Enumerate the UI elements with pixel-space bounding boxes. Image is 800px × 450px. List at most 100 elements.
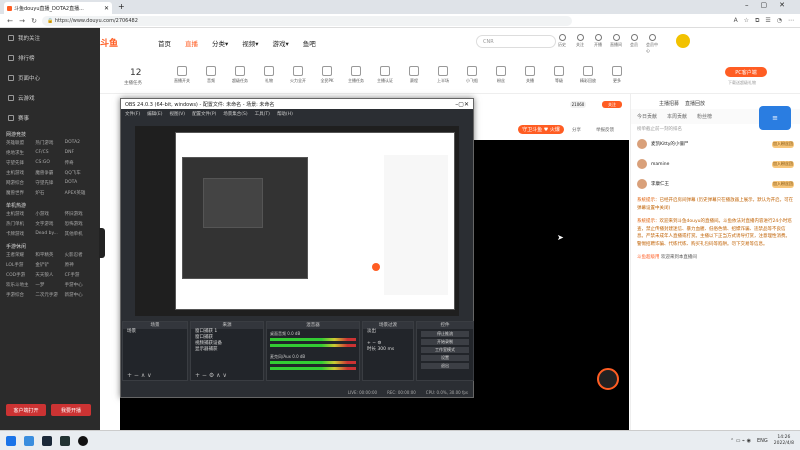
- share-link[interactable]: 分享: [572, 127, 581, 133]
- chat-top-tab[interactable]: 直播回放: [685, 100, 705, 107]
- event-banner-icon[interactable]: ≡: [759, 106, 791, 130]
- room-tool[interactable]: 全民PK: [315, 66, 339, 84]
- sidebar-category-link[interactable]: 小游戏: [35, 211, 64, 217]
- user-nav-item[interactable]: 关注: [574, 34, 586, 54]
- sidebar-category-link[interactable]: 新游中心: [65, 292, 94, 298]
- sidebar-category-link[interactable]: 其他单机: [65, 231, 94, 237]
- sidebar-category-link[interactable]: QQ飞车: [65, 170, 94, 176]
- sidebar-category-link[interactable]: 王者荣耀: [6, 252, 35, 258]
- client-open-button[interactable]: 客户端打开: [6, 404, 46, 416]
- obs-menu-item[interactable]: 文件(F): [125, 111, 140, 117]
- app-icon[interactable]: [60, 435, 70, 446]
- transition-duration[interactable]: 时长 300 ms: [363, 347, 413, 353]
- sidebar-category-link[interactable]: 一梦: [35, 282, 64, 288]
- rank-tab[interactable]: 粉丝榜: [697, 113, 712, 120]
- rank-tab[interactable]: 今日贡献: [637, 113, 657, 120]
- room-tool[interactable]: 火力全开: [286, 66, 310, 84]
- rank-name[interactable]: 李康仁王: [651, 181, 768, 187]
- report-link[interactable]: 举报反馈: [596, 127, 614, 133]
- sidebar-category-link[interactable]: Dead by...: [35, 231, 64, 237]
- sidebar-category-link[interactable]: 金铲铲: [35, 262, 64, 268]
- room-tool[interactable]: 关播: [518, 66, 542, 84]
- rank-name[interactable]: mamine: [651, 162, 768, 167]
- chat-top-tab[interactable]: 主播招募: [659, 100, 679, 107]
- user-nav-item[interactable]: 直播间: [610, 34, 622, 54]
- reload-icon[interactable]: ↻: [30, 17, 38, 25]
- room-tool[interactable]: 上半场: [431, 66, 455, 84]
- go-live-button[interactable]: 我要开播: [51, 404, 91, 416]
- sidebar-category-link[interactable]: 怀旧游戏: [65, 211, 94, 217]
- sidebar-category-link[interactable]: 主机游戏: [6, 170, 35, 176]
- sidebar-category-link[interactable]: 热门游戏: [35, 140, 64, 146]
- sidebar-item[interactable]: 赛事: [0, 108, 100, 128]
- obs-title-bar[interactable]: OBS 24.0.3 (64-bit, windows) - 配置文件: 未命名…: [121, 99, 473, 109]
- sidebar-category-link[interactable]: 热门单机: [6, 221, 35, 227]
- fan-follow-button[interactable]: 关注: [602, 101, 622, 108]
- sidebar-category-link[interactable]: 传奇: [65, 160, 94, 166]
- room-tool[interactable]: 精彩回放: [576, 66, 600, 84]
- obs-menu-item[interactable]: 视图(V): [169, 111, 185, 117]
- sidebar-category-link[interactable]: LOL手游: [6, 262, 35, 268]
- sidebar-category-link[interactable]: 守望先锋: [35, 180, 64, 186]
- steam-icon[interactable]: [42, 435, 52, 446]
- sidebar-category-link[interactable]: 卡牌游戏: [6, 231, 35, 237]
- user-nav-item[interactable]: 会员中心: [646, 34, 658, 54]
- obs-control-button[interactable]: 退出: [421, 363, 469, 369]
- room-tool[interactable]: 等级: [547, 66, 571, 84]
- room-tool[interactable]: 赛程: [402, 66, 426, 84]
- volume-slider[interactable]: [270, 344, 356, 347]
- avatar[interactable]: [676, 34, 690, 48]
- browser-tool-icon[interactable]: A: [734, 17, 738, 25]
- sidebar-category-link[interactable]: 炉石: [35, 190, 64, 196]
- room-tool[interactable]: 粉丝: [489, 66, 513, 84]
- browser-tool-icon[interactable]: ⧉: [755, 17, 759, 25]
- join-fan-club-button[interactable]: 加入粉丝团: [772, 160, 794, 168]
- room-tool[interactable]: 小飞船: [460, 66, 484, 84]
- join-fan-club-button[interactable]: 加入粉丝团: [772, 140, 794, 148]
- avatar[interactable]: [637, 179, 647, 189]
- obs-menu-item[interactable]: 配置文件(P): [192, 111, 216, 117]
- browser-tool-icon[interactable]: ◔: [777, 17, 782, 25]
- obs-icon[interactable]: [78, 435, 88, 446]
- sidebar-category-link[interactable]: COD手游: [6, 272, 35, 278]
- sidebar-category-link[interactable]: DOTA2: [65, 140, 94, 146]
- transition-select[interactable]: 淡出: [363, 329, 413, 335]
- rank-tab[interactable]: 本周贡献: [667, 113, 687, 120]
- avatar[interactable]: [637, 139, 647, 149]
- sidebar-category-link[interactable]: 二次元手游: [35, 292, 64, 298]
- sidebar-category-link[interactable]: 守望先锋: [6, 160, 35, 166]
- sidebar-category-link[interactable]: 欢乐斗地主: [6, 282, 35, 288]
- room-badge-button[interactable]: 守卫斗鱼 ♥ 火爆: [518, 125, 564, 134]
- source-item[interactable]: 显示器捕获: [191, 347, 263, 353]
- sidebar-category-link[interactable]: 英雄联盟: [6, 140, 35, 146]
- tray-icons[interactable]: ⌃ ▭ ⌁ ◉: [730, 438, 751, 444]
- rank-name[interactable]: 麦凯Kitty的小僵尸: [651, 141, 768, 147]
- nav-link[interactable]: 直播: [185, 38, 198, 48]
- scenes-toolbar[interactable]: + − ∧ ∨: [123, 371, 187, 380]
- obs-menu-item[interactable]: 场景集合(S): [223, 111, 247, 117]
- obs-preview[interactable]: [135, 126, 459, 316]
- sidebar-category-link[interactable]: DNF: [65, 150, 94, 156]
- browser-tool-icon[interactable]: ☆: [744, 17, 749, 25]
- room-tool[interactable]: 更多: [605, 66, 629, 84]
- back-icon[interactable]: ←: [6, 17, 14, 25]
- sidebar-category-link[interactable]: DOTA: [65, 180, 94, 186]
- sidebar-category-link[interactable]: 天天狼人: [35, 272, 64, 278]
- sidebar-category-link[interactable]: APEX英雄: [65, 190, 94, 196]
- clock[interactable]: 14:26 2022/4/8: [774, 435, 794, 447]
- nav-link[interactable]: 首页: [158, 38, 171, 48]
- obs-window-controls[interactable]: –▢✕: [455, 101, 469, 108]
- new-tab-icon[interactable]: +: [118, 2, 125, 11]
- sidebar-category-link[interactable]: 文字游戏: [35, 221, 64, 227]
- sidebar-category-link[interactable]: 绝地求生: [6, 150, 35, 156]
- sidebar-item[interactable]: 排行榜: [0, 48, 100, 68]
- sidebar-category-link[interactable]: 魔兽争霸: [35, 170, 64, 176]
- tab-close-icon[interactable]: ✕: [104, 5, 109, 12]
- obs-menu-item[interactable]: 帮助(H): [277, 111, 293, 117]
- room-tool[interactable]: 直播开关: [170, 66, 194, 84]
- avatar[interactable]: [637, 159, 647, 169]
- sidebar-category-link[interactable]: 网游综合: [6, 180, 35, 186]
- sidebar-item[interactable]: 我的关注: [0, 28, 100, 48]
- edge-icon[interactable]: [24, 435, 34, 446]
- obs-control-button[interactable]: 开始录制: [421, 339, 469, 345]
